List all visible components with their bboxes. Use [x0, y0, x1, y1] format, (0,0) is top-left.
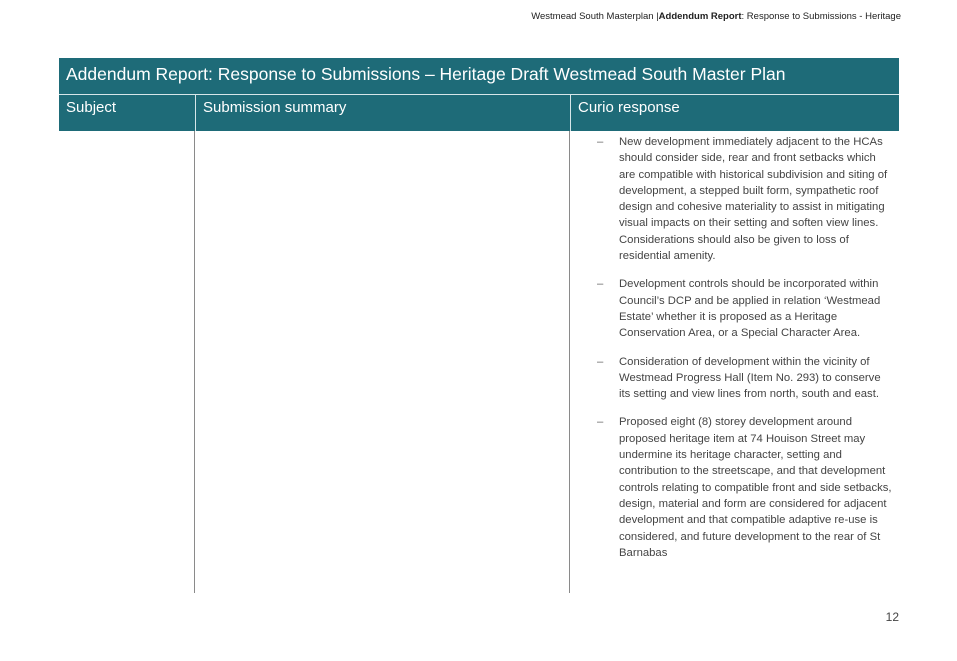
list-item-text: Consideration of development within the …	[619, 355, 881, 401]
list-item-text: New development immediately adjacent to …	[619, 136, 888, 263]
subject-cell	[59, 131, 195, 593]
list-item-text: Development controls should be incorpora…	[619, 278, 881, 340]
list-item: – Development controls should be incorpor…	[597, 276, 893, 341]
page-number: 12	[885, 610, 899, 624]
dash-bullet: –	[597, 355, 604, 368]
running-header-bold: Addendum Report	[658, 11, 742, 22]
header-curio-response: Curio response	[570, 95, 899, 131]
header-submission-summary: Submission summary	[195, 95, 570, 131]
running-header-prefix: Westmead South Masterplan |	[531, 11, 659, 22]
submission-summary-cell	[195, 131, 570, 593]
response-list: – New development immediately adjacent to…	[597, 134, 893, 561]
running-header: Westmead South Masterplan |Addendum Repo…	[531, 11, 901, 22]
list-item: – New development immediately adjacent to…	[597, 134, 893, 264]
table-title: Addendum Report: Response to Submissions…	[59, 58, 899, 95]
dash-bullet: –	[597, 278, 604, 291]
list-item: – Proposed eight (8) storey development a…	[597, 414, 893, 561]
response-table: Addendum Report: Response to Submissions…	[59, 58, 899, 593]
table-row: – New development immediately adjacent to…	[59, 131, 899, 593]
curio-response-cell: – New development immediately adjacent to…	[570, 131, 899, 593]
dash-bullet: –	[597, 136, 604, 148]
list-item-text: Proposed eight (8) storey development ar…	[619, 416, 892, 559]
dash-bullet: –	[597, 416, 604, 429]
list-item: – Consideration of development within the…	[597, 354, 893, 403]
running-header-suffix: : Response to Submissions - Heritage	[741, 11, 901, 22]
table-header-row: Subject Submission summary Curio respons…	[59, 95, 899, 131]
header-subject: Subject	[66, 99, 117, 116]
